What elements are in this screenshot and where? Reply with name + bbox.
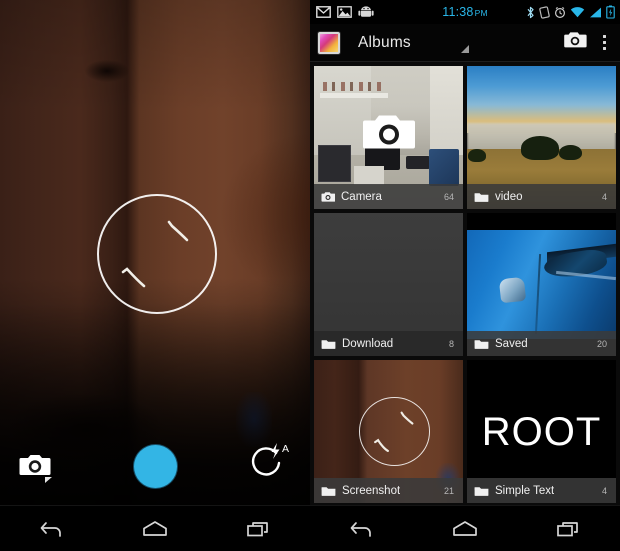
svg-text:A: A [282,443,289,455]
status-bar-system-icons [526,5,615,19]
thumbnail-text: ROOT [481,409,602,454]
folder-icon [474,486,489,496]
overflow-menu-button[interactable] [599,29,611,57]
focus-ring-indicator [97,194,217,314]
flash-auto-icon: A [251,443,289,476]
thumb-blue-bag [428,148,459,187]
back-arrow-icon [350,521,371,537]
camera-controls: A [0,431,310,505]
camera-mode-switch-button[interactable] [17,449,57,485]
dual-screenshot: A 11:38PM Albums Camera 64 video 4 Downl… [0,0,620,551]
focus-ring-arcs [121,220,189,288]
album-count: 20 [596,338,607,349]
thumb-shelf-items [322,81,383,91]
album-name: video [495,190,523,203]
thumb-door-seam [534,254,542,335]
album-name: Screenshot [342,484,401,497]
nfc-icon [539,5,550,19]
dropdown-caret-icon[interactable] [460,44,469,53]
focus-ring-circle [358,397,431,466]
recent-apps-button[interactable] [537,506,599,551]
home-icon [453,520,477,536]
thumb-focus-ring [358,397,431,466]
overflow-dot [602,40,606,45]
album-count: 4 [601,191,607,202]
thumb-tree [468,148,487,162]
thumb-shelf [319,93,389,99]
folder-icon [321,339,336,349]
album-tile-video[interactable]: video 4 [467,66,616,209]
system-navigation-bar-right [310,505,620,551]
camera-app-pane: A [0,0,310,551]
thumb-tree [559,144,582,161]
home-icon [143,520,167,536]
recent-apps-button[interactable] [227,506,289,551]
thumb-bin [318,144,352,182]
status-bar-notifications [316,6,374,18]
camera-action-button[interactable] [563,30,587,55]
album-label: Screenshot 21 [314,478,463,503]
home-button[interactable] [434,506,496,551]
recent-apps-icon [557,521,579,536]
android-icon [358,6,374,17]
album-tile-simple-text[interactable]: ROOT Simple Text 4 [467,360,616,503]
album-tile-download[interactable]: Download 8 [314,213,463,356]
system-navigation-bar-left [0,505,310,551]
albums-grid: Camera 64 video 4 Download 8 Saved 20 Sc… [310,62,620,505]
album-label: Simple Text 4 [467,478,616,503]
action-bar: Albums [310,24,620,62]
bluetooth-icon [527,6,534,18]
clock-ampm: PM [474,8,488,18]
overflow-dot [602,34,606,39]
album-count: 21 [443,485,454,496]
alarm-icon [554,6,566,18]
wifi-icon [570,6,585,17]
album-name: Simple Text [495,484,555,497]
album-name: Download [342,337,394,350]
camera-icon [321,191,335,202]
album-count: 64 [443,191,454,202]
album-name: Camera [341,190,382,203]
thumb-tree [520,136,560,161]
folder-icon [474,192,489,202]
camera-viewfinder[interactable] [0,0,310,505]
status-bar-clock: 11:38PM [415,5,515,19]
album-tile-camera[interactable]: Camera 64 [314,66,463,209]
album-label: Camera 64 [314,184,463,209]
back-button[interactable] [331,506,393,551]
back-button[interactable] [21,506,83,551]
album-name: Saved [495,337,528,350]
flash-mode-button[interactable]: A [246,441,292,485]
album-label: video 4 [467,184,616,209]
camera-overlay-icon [362,110,415,159]
album-label: Saved 20 [467,331,616,356]
album-tile-saved[interactable]: Saved 20 [467,213,616,356]
page-title: Albums [358,33,411,51]
folder-icon [474,339,489,349]
back-arrow-icon [40,521,61,537]
album-count: 4 [601,485,607,496]
gmail-icon [316,6,331,18]
thumb-car-body [467,230,616,339]
clock-time: 11:38 [442,5,474,19]
gallery-app-icon[interactable] [318,31,340,54]
album-count: 8 [448,338,454,349]
action-bar-actions [563,29,615,57]
battery-icon [606,5,615,19]
thumb-box [354,166,385,185]
signal-icon [590,7,601,17]
shutter-button[interactable] [134,445,177,488]
overflow-dot [602,46,606,51]
photo-icon [337,6,352,18]
album-tile-screenshot[interactable]: Screenshot 21 [314,360,463,503]
camera-icon [19,455,52,483]
album-label: Download 8 [314,331,463,356]
home-button[interactable] [124,506,186,551]
recent-apps-icon [247,521,269,536]
thumb-door-handle [498,276,527,304]
gallery-app-pane: 11:38PM Albums Camera 64 video 4 Downloa… [310,0,620,551]
folder-icon [321,486,336,496]
status-bar: 11:38PM [310,0,620,24]
camera-icon [563,32,587,48]
